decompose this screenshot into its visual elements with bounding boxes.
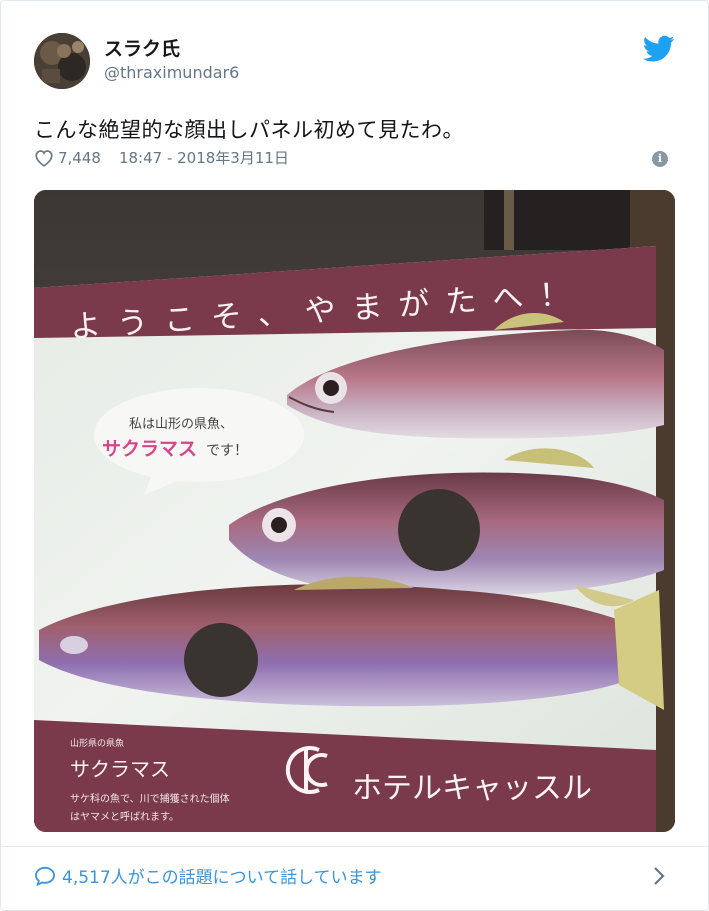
tweet-text: こんな絶望的な顔出しパネル初めて見たわ。 <box>34 118 464 142</box>
user-handle[interactable]: @thraximundar6 <box>104 63 239 82</box>
desc-line2: はヤマメと呼ばれます。 <box>70 811 179 823</box>
twitter-bird-icon[interactable] <box>643 35 675 63</box>
display-name[interactable]: スラク氏 <box>104 34 180 61</box>
label-fish: サクラマス <box>70 757 170 781</box>
avatar[interactable] <box>34 33 90 89</box>
speech-end: です！ <box>206 443 248 459</box>
timestamp[interactable]: 18:47 - 2018年3月11日 <box>119 147 289 168</box>
tweet-card: スラク氏 @thraximundar6 こんな絶望的な顔出しパネル初めて見たわ。… <box>0 0 709 911</box>
conversation-link[interactable]: 4,517人がこの話題について話しています <box>34 863 382 888</box>
heart-icon[interactable] <box>34 149 54 167</box>
avatar-image <box>34 33 90 89</box>
label-small: 山形県の県魚 <box>70 737 124 749</box>
footer-divider <box>1 846 708 847</box>
desc-line1: サケ科の魚で、川で捕獲された個体 <box>70 792 230 805</box>
info-icon[interactable]: i <box>652 151 668 167</box>
tweet-photo[interactable]: 私は山形の県魚、 サクラマス です！ ようこそ、やまがたへ！ 山形県の県魚 サク… <box>34 190 675 832</box>
speech-line1: 私は山形の県魚、 <box>129 417 233 432</box>
tweet-meta: 7,448 18:47 - 2018年3月11日 <box>34 147 289 168</box>
chevron-right-icon[interactable] <box>652 865 666 887</box>
speech-fish: サクラマス <box>102 438 197 460</box>
hotel-name: ホテルキャッスル <box>352 771 592 806</box>
like-count[interactable]: 7,448 <box>58 149 101 167</box>
speech-bubble-icon <box>34 866 56 886</box>
conversation-text[interactable]: 4,517人がこの話題について話しています <box>62 863 382 888</box>
photo-image: 私は山形の県魚、 サクラマス です！ ようこそ、やまがたへ！ 山形県の県魚 サク… <box>34 190 675 832</box>
